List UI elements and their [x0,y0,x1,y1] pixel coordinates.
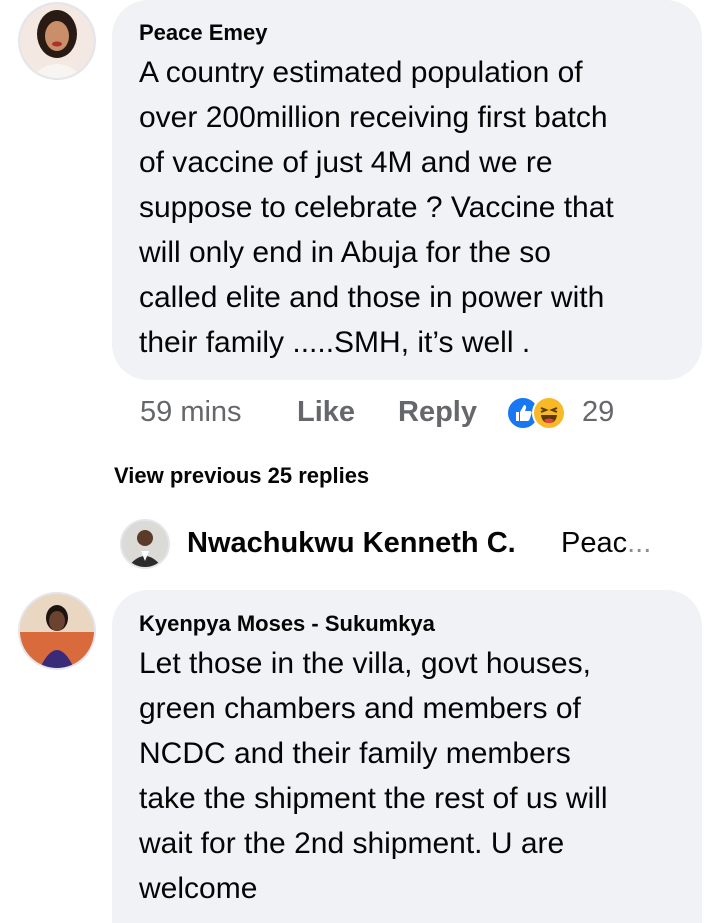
comment-author[interactable]: Kyenpya Moses - Sukumkya [139,611,435,637]
comment-line: A country estimated population of [139,56,583,89]
comment-bubble: Kyenpya Moses - Sukumkya Let those in th… [112,590,702,923]
reaction-count[interactable]: 29 [582,396,614,429]
comment-line: over 200million receiving first batch [139,101,608,134]
like-button[interactable]: Like [297,396,355,429]
comment-bubble: Peace Emey A country estimated populatio… [112,0,702,380]
comment-line: called elite and those in power with [139,281,605,314]
avatar[interactable] [18,592,96,670]
reply-author[interactable]: Nwachukwu Kenneth C. [187,527,516,560]
comment-line: will only end in Abuja for the so [139,236,551,269]
reactions-summary[interactable] [506,392,570,434]
comment-line: wait for the 2nd shipment. U are [139,827,565,860]
comment-line: Let those in the villa, govt houses, [139,647,591,680]
haha-icon [532,396,566,430]
comment-line: welcome [139,872,258,905]
profile-photo-icon [122,521,168,567]
reply-ellipsis: ... [627,527,652,559]
comment-timestamp[interactable]: 59 mins [140,396,242,429]
comment-line: their family .....SMH, it’s well . [139,326,531,359]
reply-snippet-text: Peac [561,527,628,559]
avatar[interactable] [120,519,170,569]
comment-text: Let those in the villa, govt houses, gre… [139,641,608,911]
reply-button[interactable]: Reply [398,396,477,429]
profile-photo-icon [20,4,94,78]
profile-photo-icon [20,594,94,668]
view-previous-replies-link[interactable]: View previous 25 replies [114,463,369,489]
comment-author[interactable]: Peace Emey [139,20,267,46]
reply-snippet: Peac... [561,527,651,560]
comment-line: green chambers and members of [139,692,581,725]
comment-line: suppose to celebrate ? Vaccine that [139,191,614,224]
comment-line: of vaccine of just 4M and we re [139,146,553,179]
comment-line: NCDC and their family members [139,737,571,770]
comment-line: take the shipment the rest of us will [139,782,608,815]
comment-text: A country estimated population of over 2… [139,50,614,365]
avatar[interactable] [18,2,96,80]
